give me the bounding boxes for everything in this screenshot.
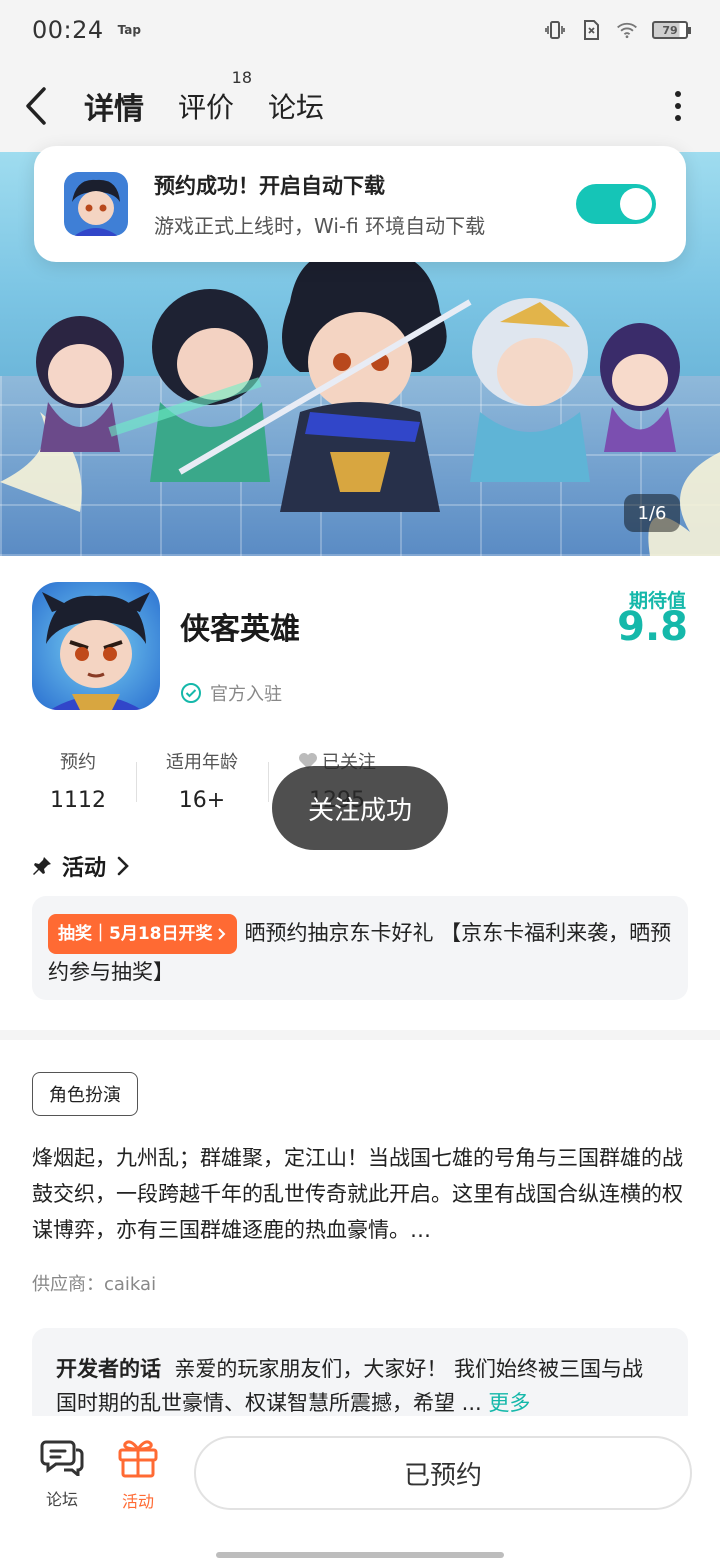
check-circle-icon: [181, 683, 201, 703]
stat-value: 1112: [50, 788, 106, 813]
status-time: 00:24: [32, 16, 104, 44]
tab-forum[interactable]: 论坛: [268, 86, 324, 126]
no-sim-icon: [580, 19, 602, 41]
status-bar: 00:24 Tap 79: [0, 0, 720, 60]
auto-download-toggle[interactable]: [576, 184, 656, 224]
wifi-icon: [616, 19, 638, 41]
game-description[interactable]: 烽烟起，九州乱；群雄聚，定江山！当战国七雄的号角与三国群雄的战鼓交织，一段跨越千…: [32, 1140, 688, 1248]
activity-button[interactable]: 活动: [116, 1436, 160, 1512]
forum-label: 论坛: [45, 1490, 78, 1509]
chevron-right-icon: [117, 856, 129, 876]
activity-card[interactable]: 抽奖｜5月18日开奖 晒预约抽京东卡好礼 【京东卡福利来袭，晒预约参与抽奖】: [32, 896, 688, 1000]
home-indicator[interactable]: [216, 1552, 504, 1558]
stat-label: 预约: [60, 752, 96, 773]
follow-success-toast: 关注成功: [272, 766, 448, 850]
developer-note-heading: 开发者的话: [56, 1357, 161, 1381]
chevron-left-icon: [26, 87, 46, 125]
section-divider: [0, 1030, 720, 1040]
vibrate-icon: [544, 19, 566, 41]
stat-age-rating: 适用年龄 16+: [136, 748, 268, 813]
gift-icon: [118, 1440, 158, 1478]
detail-header: 详情 评价 18 论坛: [0, 60, 720, 152]
reserved-button[interactable]: 已预约: [194, 1436, 692, 1510]
reservation-notification: 预约成功！开启自动下载 游戏正式上线时，Wi-fi 环境自动下载: [34, 146, 686, 262]
more-dot-icon: [675, 91, 681, 97]
official-badge: 官方入驻: [180, 680, 282, 706]
stat-reservations: 预约 1112: [32, 748, 136, 813]
battery-icon: 79: [652, 21, 691, 39]
chevron-right-icon: [217, 928, 225, 940]
back-button[interactable]: [24, 76, 72, 136]
reviews-count-badge: 18: [231, 68, 253, 87]
status-icons: 79: [544, 19, 691, 41]
lottery-tag-label: 抽奖｜5月18日开奖: [58, 924, 213, 944]
image-counter: 1/6: [624, 494, 680, 532]
forum-button[interactable]: 论坛: [40, 1436, 84, 1510]
developer-note-more-link[interactable]: 更多: [488, 1391, 530, 1415]
app-name: 侠客英雄: [180, 612, 300, 647]
tap-app-badge: Tap: [117, 23, 141, 37]
notification-text: 预约成功！开启自动下载 游戏正式上线时，Wi-fi 环境自动下载: [154, 170, 485, 239]
more-options-button[interactable]: [660, 76, 696, 136]
tab-forum-label: 论坛: [268, 91, 325, 124]
chat-bubble-icon: [40, 1440, 84, 1479]
tab-details-label: 详情: [84, 92, 144, 127]
tab-reviews[interactable]: 评价 18: [178, 68, 252, 126]
bottom-action-bar: 论坛 活动 已预约: [0, 1416, 720, 1536]
supplier-info: 供应商：caikai: [32, 1274, 157, 1295]
developer-note-card[interactable]: 开发者的话 亲爱的玩家朋友们，大家好！ 我们始终被三国与战国时期的乱世豪情、权谋…: [32, 1328, 688, 1428]
genre-tag[interactable]: 角色扮演: [32, 1072, 138, 1116]
stat-label: 适用年龄: [166, 752, 238, 773]
pin-icon: [33, 857, 51, 875]
activities-title: 活动: [62, 856, 107, 881]
notification-app-icon: [64, 172, 128, 236]
lottery-tag: 抽奖｜5月18日开奖: [48, 914, 237, 954]
app-icon: [32, 582, 160, 710]
notification-subtitle: 游戏正式上线时，Wi-fi 环境自动下载: [154, 213, 486, 238]
official-badge-label: 官方入驻: [210, 684, 282, 705]
tab-reviews-label: 评价: [178, 91, 235, 124]
expectation-score: 9.8: [617, 604, 688, 650]
activity-label: 活动: [121, 1492, 154, 1511]
activity-content: 抽奖｜5月18日开奖 晒预约抽京东卡好礼 【京东卡福利来袭，晒预约参与抽奖】: [48, 914, 672, 990]
more-dot-icon: [675, 115, 681, 121]
tab-details[interactable]: 详情: [80, 84, 148, 130]
notification-title: 预约成功！开启自动下载: [154, 173, 385, 198]
stat-value: 16+: [178, 788, 226, 813]
activities-header[interactable]: 活动: [32, 850, 130, 882]
more-dot-icon: [675, 103, 681, 109]
